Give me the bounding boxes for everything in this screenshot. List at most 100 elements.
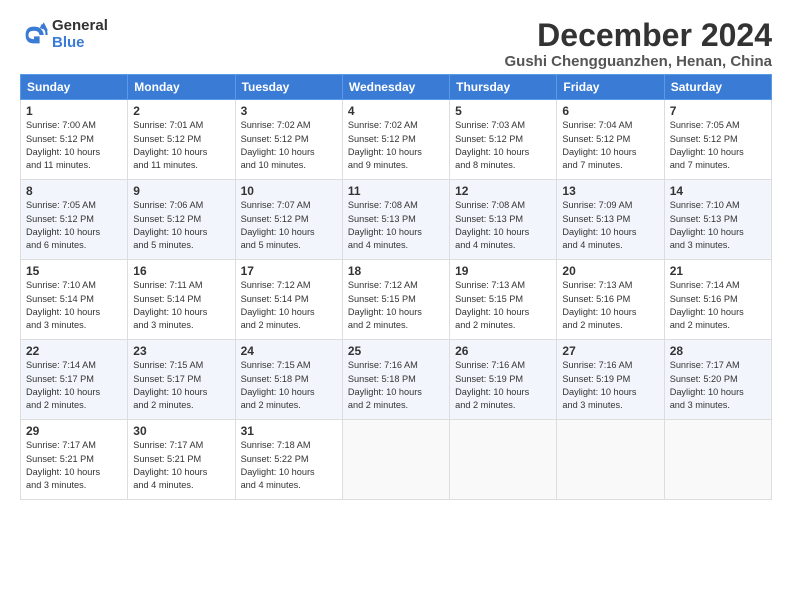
day-number: 11: [348, 184, 444, 198]
day-number: 20: [562, 264, 658, 278]
calendar-cell: 11Sunrise: 7:08 AM Sunset: 5:13 PM Dayli…: [342, 180, 449, 260]
weekday-header-sunday: Sunday: [21, 75, 128, 100]
calendar-cell: [450, 420, 557, 500]
day-number: 8: [26, 184, 122, 198]
day-info: Sunrise: 7:18 AM Sunset: 5:22 PM Dayligh…: [241, 439, 337, 492]
calendar-table: SundayMondayTuesdayWednesdayThursdayFrid…: [20, 74, 772, 500]
day-number: 2: [133, 104, 229, 118]
day-number: 19: [455, 264, 551, 278]
day-number: 24: [241, 344, 337, 358]
title-block: December 2024 Gushi Chengguanzhen, Henan…: [504, 18, 772, 70]
day-info: Sunrise: 7:05 AM Sunset: 5:12 PM Dayligh…: [26, 199, 122, 252]
calendar-cell: 23Sunrise: 7:15 AM Sunset: 5:17 PM Dayli…: [128, 340, 235, 420]
day-info: Sunrise: 7:17 AM Sunset: 5:21 PM Dayligh…: [26, 439, 122, 492]
day-number: 26: [455, 344, 551, 358]
day-info: Sunrise: 7:16 AM Sunset: 5:18 PM Dayligh…: [348, 359, 444, 412]
calendar-cell: 30Sunrise: 7:17 AM Sunset: 5:21 PM Dayli…: [128, 420, 235, 500]
weekday-header-saturday: Saturday: [664, 75, 771, 100]
header: General Blue December 2024 Gushi Chenggu…: [20, 18, 772, 70]
calendar-cell: [342, 420, 449, 500]
day-info: Sunrise: 7:14 AM Sunset: 5:16 PM Dayligh…: [670, 279, 766, 332]
day-number: 1: [26, 104, 122, 118]
calendar-cell: 13Sunrise: 7:09 AM Sunset: 5:13 PM Dayli…: [557, 180, 664, 260]
calendar-cell: 20Sunrise: 7:13 AM Sunset: 5:16 PM Dayli…: [557, 260, 664, 340]
day-info: Sunrise: 7:08 AM Sunset: 5:13 PM Dayligh…: [455, 199, 551, 252]
day-info: Sunrise: 7:08 AM Sunset: 5:13 PM Dayligh…: [348, 199, 444, 252]
calendar-cell: 17Sunrise: 7:12 AM Sunset: 5:14 PM Dayli…: [235, 260, 342, 340]
weekday-row: SundayMondayTuesdayWednesdayThursdayFrid…: [21, 75, 772, 100]
day-number: 6: [562, 104, 658, 118]
day-info: Sunrise: 7:15 AM Sunset: 5:18 PM Dayligh…: [241, 359, 337, 412]
calendar-week-5: 29Sunrise: 7:17 AM Sunset: 5:21 PM Dayli…: [21, 420, 772, 500]
calendar-cell: 25Sunrise: 7:16 AM Sunset: 5:18 PM Dayli…: [342, 340, 449, 420]
day-info: Sunrise: 7:07 AM Sunset: 5:12 PM Dayligh…: [241, 199, 337, 252]
day-info: Sunrise: 7:02 AM Sunset: 5:12 PM Dayligh…: [241, 119, 337, 172]
day-info: Sunrise: 7:12 AM Sunset: 5:15 PM Dayligh…: [348, 279, 444, 332]
day-number: 13: [562, 184, 658, 198]
day-info: Sunrise: 7:16 AM Sunset: 5:19 PM Dayligh…: [455, 359, 551, 412]
day-number: 14: [670, 184, 766, 198]
day-number: 25: [348, 344, 444, 358]
calendar-cell: 8Sunrise: 7:05 AM Sunset: 5:12 PM Daylig…: [21, 180, 128, 260]
day-number: 16: [133, 264, 229, 278]
calendar-cell: 7Sunrise: 7:05 AM Sunset: 5:12 PM Daylig…: [664, 100, 771, 180]
day-info: Sunrise: 7:12 AM Sunset: 5:14 PM Dayligh…: [241, 279, 337, 332]
day-info: Sunrise: 7:15 AM Sunset: 5:17 PM Dayligh…: [133, 359, 229, 412]
day-number: 12: [455, 184, 551, 198]
calendar-cell: 28Sunrise: 7:17 AM Sunset: 5:20 PM Dayli…: [664, 340, 771, 420]
day-info: Sunrise: 7:10 AM Sunset: 5:14 PM Dayligh…: [26, 279, 122, 332]
calendar-cell: 9Sunrise: 7:06 AM Sunset: 5:12 PM Daylig…: [128, 180, 235, 260]
calendar-cell: [664, 420, 771, 500]
calendar-week-2: 8Sunrise: 7:05 AM Sunset: 5:12 PM Daylig…: [21, 180, 772, 260]
month-title: December 2024: [504, 18, 772, 53]
calendar-cell: 6Sunrise: 7:04 AM Sunset: 5:12 PM Daylig…: [557, 100, 664, 180]
day-info: Sunrise: 7:11 AM Sunset: 5:14 PM Dayligh…: [133, 279, 229, 332]
day-info: Sunrise: 7:02 AM Sunset: 5:12 PM Dayligh…: [348, 119, 444, 172]
day-number: 30: [133, 424, 229, 438]
day-number: 10: [241, 184, 337, 198]
weekday-header-thursday: Thursday: [450, 75, 557, 100]
day-number: 4: [348, 104, 444, 118]
calendar-cell: 19Sunrise: 7:13 AM Sunset: 5:15 PM Dayli…: [450, 260, 557, 340]
calendar-cell: 21Sunrise: 7:14 AM Sunset: 5:16 PM Dayli…: [664, 260, 771, 340]
day-info: Sunrise: 7:05 AM Sunset: 5:12 PM Dayligh…: [670, 119, 766, 172]
calendar-page: General Blue December 2024 Gushi Chenggu…: [0, 0, 792, 612]
calendar-cell: 24Sunrise: 7:15 AM Sunset: 5:18 PM Dayli…: [235, 340, 342, 420]
day-number: 28: [670, 344, 766, 358]
day-number: 23: [133, 344, 229, 358]
calendar-body: 1Sunrise: 7:00 AM Sunset: 5:12 PM Daylig…: [21, 100, 772, 500]
day-number: 27: [562, 344, 658, 358]
day-number: 31: [241, 424, 337, 438]
day-info: Sunrise: 7:10 AM Sunset: 5:13 PM Dayligh…: [670, 199, 766, 252]
logo-text: General Blue: [52, 18, 108, 51]
calendar-cell: 22Sunrise: 7:14 AM Sunset: 5:17 PM Dayli…: [21, 340, 128, 420]
logo-icon: [20, 21, 48, 49]
calendar-cell: 10Sunrise: 7:07 AM Sunset: 5:12 PM Dayli…: [235, 180, 342, 260]
calendar-cell: 3Sunrise: 7:02 AM Sunset: 5:12 PM Daylig…: [235, 100, 342, 180]
calendar-cell: 4Sunrise: 7:02 AM Sunset: 5:12 PM Daylig…: [342, 100, 449, 180]
weekday-header-monday: Monday: [128, 75, 235, 100]
weekday-header-friday: Friday: [557, 75, 664, 100]
day-info: Sunrise: 7:16 AM Sunset: 5:19 PM Dayligh…: [562, 359, 658, 412]
day-number: 22: [26, 344, 122, 358]
day-number: 9: [133, 184, 229, 198]
day-number: 17: [241, 264, 337, 278]
day-number: 15: [26, 264, 122, 278]
calendar-cell: 27Sunrise: 7:16 AM Sunset: 5:19 PM Dayli…: [557, 340, 664, 420]
location: Gushi Chengguanzhen, Henan, China: [504, 53, 772, 70]
calendar-cell: 12Sunrise: 7:08 AM Sunset: 5:13 PM Dayli…: [450, 180, 557, 260]
calendar-header: SundayMondayTuesdayWednesdayThursdayFrid…: [21, 75, 772, 100]
logo: General Blue: [20, 18, 108, 51]
calendar-cell: 2Sunrise: 7:01 AM Sunset: 5:12 PM Daylig…: [128, 100, 235, 180]
day-info: Sunrise: 7:03 AM Sunset: 5:12 PM Dayligh…: [455, 119, 551, 172]
day-info: Sunrise: 7:01 AM Sunset: 5:12 PM Dayligh…: [133, 119, 229, 172]
day-info: Sunrise: 7:00 AM Sunset: 5:12 PM Dayligh…: [26, 119, 122, 172]
weekday-header-wednesday: Wednesday: [342, 75, 449, 100]
calendar-week-1: 1Sunrise: 7:00 AM Sunset: 5:12 PM Daylig…: [21, 100, 772, 180]
day-info: Sunrise: 7:13 AM Sunset: 5:16 PM Dayligh…: [562, 279, 658, 332]
day-info: Sunrise: 7:06 AM Sunset: 5:12 PM Dayligh…: [133, 199, 229, 252]
calendar-cell: 31Sunrise: 7:18 AM Sunset: 5:22 PM Dayli…: [235, 420, 342, 500]
calendar-cell: [557, 420, 664, 500]
calendar-cell: 29Sunrise: 7:17 AM Sunset: 5:21 PM Dayli…: [21, 420, 128, 500]
calendar-cell: 14Sunrise: 7:10 AM Sunset: 5:13 PM Dayli…: [664, 180, 771, 260]
